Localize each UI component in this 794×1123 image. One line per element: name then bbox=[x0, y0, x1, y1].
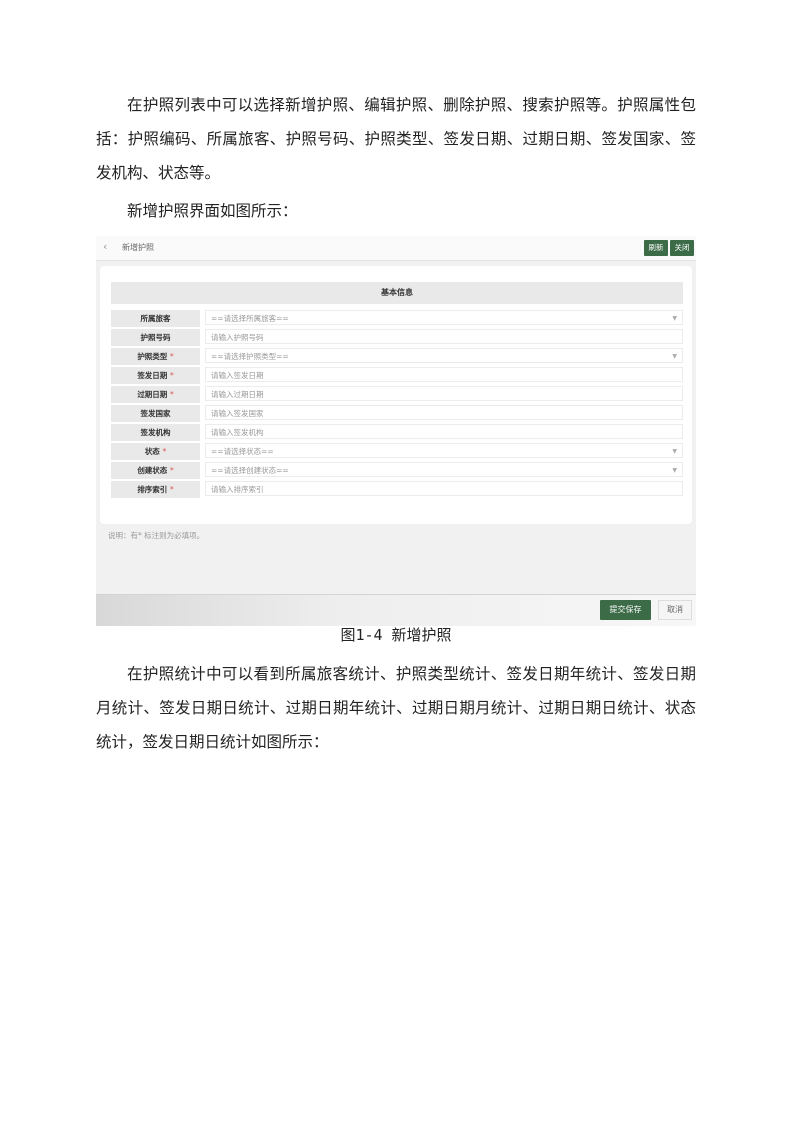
field-select[interactable]: ==请选择创建状态== ▼ bbox=[205, 462, 683, 477]
field-label: 护照号码 bbox=[111, 329, 200, 346]
field-placeholder: 请输入过期日期 bbox=[211, 390, 264, 399]
field-label: 创建状态 * bbox=[111, 462, 200, 479]
required-note: 说明：有* 标注则为必填项。 bbox=[108, 531, 205, 540]
field-placeholder: 请输入护照号码 bbox=[211, 333, 264, 342]
field-label-text: 签发机构 bbox=[140, 428, 171, 437]
field-label-text: 过期日期 bbox=[137, 390, 168, 399]
field-label-text: 签发国家 bbox=[140, 409, 171, 418]
field-label-text: 排序索引 bbox=[137, 485, 168, 494]
form-row: 签发国家 请输入签发国家 bbox=[111, 405, 683, 422]
form-row: 护照号码 请输入护照号码 bbox=[111, 329, 683, 346]
chevron-down-icon: ▼ bbox=[672, 315, 677, 322]
submit-button[interactable]: 提交保存 bbox=[600, 600, 651, 620]
form-row: 所属旅客 ==请选择所属旅客== ▼ bbox=[111, 310, 683, 327]
field-label-text: 所属旅客 bbox=[140, 314, 171, 323]
refresh-button[interactable]: 刷新 bbox=[644, 240, 668, 256]
field-placeholder: ==请选择护照类型== bbox=[211, 352, 289, 361]
field-input[interactable]: 请输入签发日期 bbox=[205, 367, 683, 382]
field-placeholder: 请输入排序索引 bbox=[211, 485, 264, 494]
form-row: 签发机构 请输入签发机构 bbox=[111, 424, 683, 441]
chevron-down-icon: ▼ bbox=[672, 353, 677, 360]
field-placeholder: 请输入签发日期 bbox=[211, 371, 264, 380]
required-mark: * bbox=[169, 466, 174, 475]
field-input[interactable]: 请输入签发国家 bbox=[205, 405, 683, 420]
field-placeholder: ==请选择创建状态== bbox=[211, 466, 289, 475]
field-label: 护照类型 * bbox=[111, 348, 200, 365]
intro-paragraph: 在护照列表中可以选择新增护照、编辑护照、删除护照、搜索护照等。护照属性包括：护照… bbox=[96, 96, 696, 182]
field-select[interactable]: ==请选择所属旅客== ▼ bbox=[205, 310, 683, 325]
required-mark: * bbox=[169, 485, 174, 494]
form-row: 状态 * ==请选择状态== ▼ bbox=[111, 443, 683, 460]
field-select[interactable]: ==请选择护照类型== ▼ bbox=[205, 348, 683, 363]
field-label: 过期日期 * bbox=[111, 386, 200, 403]
section-title: 基本信息 bbox=[111, 282, 683, 304]
statistics-paragraph: 在护照统计中可以看到所属旅客统计、护照类型统计、签发日期年统计、签发日期月统计、… bbox=[96, 665, 696, 751]
page-title: 新增护照 bbox=[122, 243, 154, 252]
form-row: 过期日期 * 请输入过期日期 bbox=[111, 386, 683, 403]
field-input[interactable]: 请输入护照号码 bbox=[205, 329, 683, 344]
field-label-text: 创建状态 bbox=[137, 466, 168, 475]
figure-caption: 图1-4 新增护照 bbox=[340, 626, 452, 644]
field-input[interactable]: 请输入排序索引 bbox=[205, 481, 683, 496]
field-select[interactable]: ==请选择状态== ▼ bbox=[205, 443, 683, 458]
field-label: 签发机构 bbox=[111, 424, 200, 441]
back-icon[interactable]: ‹ bbox=[103, 240, 107, 253]
required-mark: * bbox=[169, 390, 174, 399]
field-input[interactable]: 请输入过期日期 bbox=[205, 386, 683, 401]
form-card: 基本信息 所属旅客 ==请选择所属旅客== ▼ 护照号码 请输入护照号码护照类型 * ==… bbox=[100, 266, 692, 540]
field-label: 所属旅客 bbox=[111, 310, 200, 327]
field-placeholder: 请输入签发机构 bbox=[211, 428, 264, 437]
field-label: 签发国家 bbox=[111, 405, 200, 422]
required-mark: * bbox=[169, 352, 174, 361]
chevron-down-icon: ▼ bbox=[672, 467, 677, 474]
top-bar: ‹ 新增护照 刷新 关闭 bbox=[96, 236, 696, 261]
field-placeholder: ==请选择状态== bbox=[211, 447, 274, 456]
field-label-text: 护照号码 bbox=[140, 333, 171, 342]
required-mark: * bbox=[162, 447, 167, 456]
field-input[interactable]: 请输入签发机构 bbox=[205, 424, 683, 439]
field-label: 状态 * bbox=[111, 443, 200, 460]
field-placeholder: 请输入签发国家 bbox=[211, 409, 264, 418]
field-label: 排序索引 * bbox=[111, 481, 200, 498]
form-row: 创建状态 * ==请选择创建状态== ▼ bbox=[111, 462, 683, 479]
field-label-text: 护照类型 bbox=[137, 352, 168, 361]
cancel-button[interactable]: 取消 bbox=[658, 600, 692, 620]
form-row: 护照类型 * ==请选择护照类型== ▼ bbox=[111, 348, 683, 365]
required-mark: * bbox=[169, 371, 174, 380]
figure-intro-paragraph: 新增护照界面如图所示： bbox=[127, 202, 298, 220]
field-label-text: 状态 bbox=[144, 447, 160, 456]
chevron-down-icon: ▼ bbox=[672, 448, 677, 455]
close-button[interactable]: 关闭 bbox=[670, 240, 694, 256]
field-label: 签发日期 * bbox=[111, 367, 200, 384]
new-passport-screenshot: ‹ 新增护照 刷新 关闭 基本信息 所属旅客 ==请选择所属旅客== ▼ 护照号码 请输… bbox=[96, 236, 696, 626]
form-row: 排序索引 * 请输入排序索引 bbox=[111, 481, 683, 498]
bottom-bar: 提交保存 取消 bbox=[96, 594, 696, 626]
field-placeholder: ==请选择所属旅客== bbox=[211, 314, 289, 323]
field-label-text: 签发日期 bbox=[137, 371, 168, 380]
form-row: 签发日期 * 请输入签发日期 bbox=[111, 367, 683, 384]
